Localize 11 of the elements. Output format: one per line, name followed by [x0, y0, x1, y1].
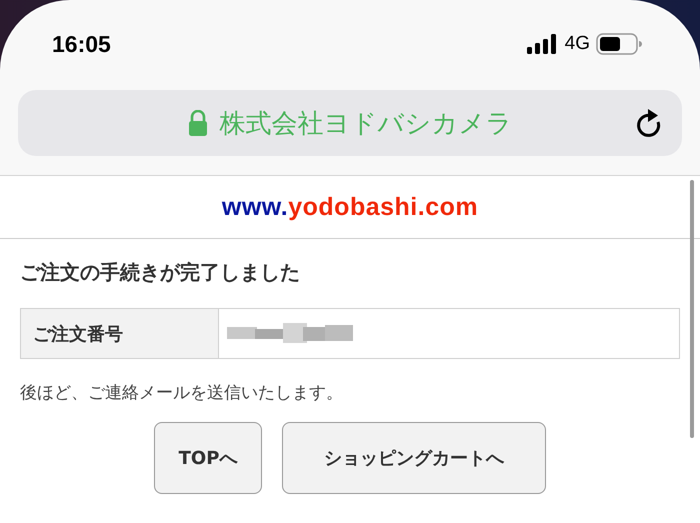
info-message: 後ほど、ご連絡メールを送信いたします。 [20, 382, 344, 404]
nav-button[interactable]: ショッピングカートへ [282, 422, 546, 494]
nav-button[interactable]: TOPへ [154, 422, 262, 494]
network-label: 4G [564, 33, 590, 55]
battery-icon [596, 33, 642, 55]
site-logo[interactable]: www.yodobashi.com [222, 192, 478, 222]
signal-icon [526, 34, 559, 54]
table-header-cell: ご注文番号 [21, 309, 219, 358]
page-heading: ご注文の手続きが完了しました [20, 259, 301, 286]
site-name: 株式会社ヨドバシカメラ [220, 108, 512, 140]
status-time: 16:05 [52, 30, 111, 58]
